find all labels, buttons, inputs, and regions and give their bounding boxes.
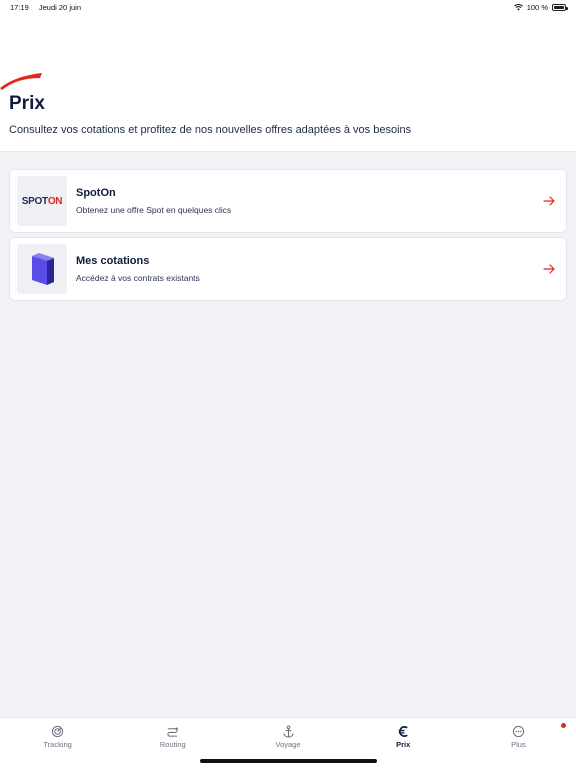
brand-logo [0, 73, 42, 90]
status-time: 17:19 [10, 2, 29, 12]
home-indicator[interactable] [200, 759, 377, 763]
tab-routing-label: Routing [159, 740, 186, 749]
status-bar: 17:19 Jeudi 20 juin 100 % [0, 0, 576, 14]
wifi-icon [513, 3, 523, 10]
mes-cotations-card[interactable]: Mes cotations Accédez à vos contrats exi… [9, 237, 567, 301]
status-left: 17:19 Jeudi 20 juin [10, 3, 89, 12]
cotations-card-description: Accédez à vos contrats existants [76, 273, 200, 283]
spoton-logo-text-2: ON [47, 195, 63, 207]
tracking-icon [51, 725, 64, 738]
spoton-logo: SPOT ON [17, 176, 67, 226]
battery-icon [552, 3, 568, 11]
more-icon [512, 725, 525, 738]
euro-icon [398, 726, 408, 737]
page-title: Prix [9, 93, 45, 114]
notification-badge [561, 723, 567, 728]
arrow-right-icon [543, 264, 555, 274]
status-date: Jeudi 20 juin [38, 2, 81, 12]
cotations-card-title: Mes cotations [76, 255, 150, 267]
tab-plus[interactable]: Plus [461, 718, 576, 768]
spoton-card-title: SpotOn [76, 187, 116, 199]
anchor-icon [282, 725, 294, 738]
status-right: 100 % [513, 2, 568, 12]
tab-plus-label: Plus [511, 740, 526, 749]
page-subtitle: Consultez vos cotations et profitez de n… [9, 124, 412, 136]
battery-percent: 100 % [526, 2, 548, 12]
page-header: Prix Consultez vos cotations et profitez… [0, 14, 576, 152]
routing-icon [167, 727, 179, 737]
spoton-card-description: Obtenez une offre Spot en quelques clics [76, 205, 232, 215]
spoton-logo-text-1: SPOT [21, 195, 48, 207]
arrow-right-icon [543, 196, 555, 206]
cotations-card-text: Mes cotations Accédez à vos contrats exi… [76, 255, 542, 283]
tab-tracking[interactable]: Tracking [0, 718, 115, 768]
tab-voyage-label: Voyage [275, 740, 301, 749]
spoton-card-text: SpotOn Obtenez une offre Spot en quelque… [76, 187, 542, 215]
tab-tracking-label: Tracking [43, 740, 72, 749]
tab-prix-label: Prix [396, 740, 411, 749]
spoton-card[interactable]: SPOT ON SpotOn Obtenez une offre Spot en … [9, 169, 567, 233]
cotations-thumbnail [17, 244, 67, 294]
book-icon [32, 253, 54, 285]
